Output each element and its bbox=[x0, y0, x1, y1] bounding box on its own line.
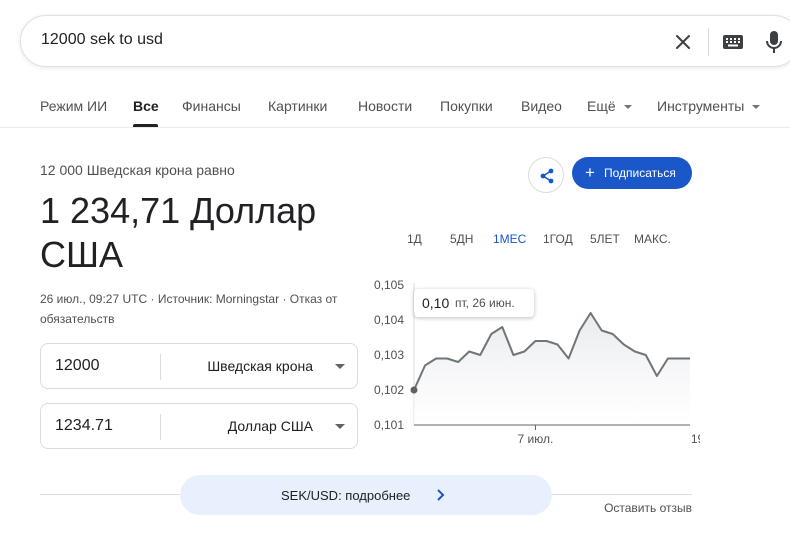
range-1y[interactable]: 1ГОД bbox=[543, 232, 573, 246]
to-currency-select[interactable]: Доллар США bbox=[228, 418, 313, 434]
y-tick-label: 0,103 bbox=[374, 348, 404, 362]
search-tabs: Режим ИИ Все Финансы Картинки Новости По… bbox=[0, 96, 790, 128]
result-meta: 26 июл., 09:27 UTC · Источник: Morningst… bbox=[40, 289, 350, 329]
from-currency-select[interactable]: Шведская крона bbox=[207, 358, 313, 374]
footer-divider bbox=[40, 494, 182, 495]
hover-point bbox=[410, 386, 418, 394]
microphone-icon[interactable] bbox=[762, 29, 786, 55]
close-icon[interactable] bbox=[671, 30, 695, 54]
share-icon bbox=[540, 168, 554, 184]
meta-separator: · bbox=[282, 292, 290, 306]
x-tick-label: 19 июл. bbox=[691, 432, 700, 446]
tabs-divider bbox=[0, 127, 790, 128]
tab-tools[interactable]: Инструменты bbox=[657, 98, 761, 114]
range-5y[interactable]: 5ЛЕТ bbox=[590, 232, 620, 246]
dropdown-arrow-icon[interactable] bbox=[335, 424, 345, 429]
share-button[interactable] bbox=[528, 157, 564, 193]
converter-divider bbox=[160, 354, 161, 380]
to-currency-row: 1234.71 Доллар США bbox=[40, 403, 358, 449]
feedback-link[interactable]: Оставить отзыв bbox=[604, 501, 692, 515]
plus-icon: + bbox=[585, 163, 595, 182]
tab-shopping[interactable]: Покупки bbox=[440, 98, 493, 114]
tooltip-value: 0,10 bbox=[422, 295, 450, 311]
source-text: Источник: Morningstar bbox=[157, 292, 280, 306]
range-1m[interactable]: 1МЕС bbox=[493, 232, 526, 246]
tab-ai-mode[interactable]: Режим ИИ bbox=[40, 98, 107, 114]
series-area bbox=[414, 313, 690, 425]
conversion-result: 1 234,71 Доллар США bbox=[40, 190, 317, 275]
y-tick-label: 0,105 bbox=[374, 278, 404, 292]
keyboard-icon[interactable] bbox=[721, 30, 745, 54]
to-amount-input[interactable]: 1234.71 bbox=[55, 417, 113, 435]
range-5d[interactable]: 5ДН bbox=[450, 232, 473, 246]
tab-more-label: Ещё bbox=[587, 98, 616, 114]
x-tick-label: 7 июл. bbox=[518, 432, 554, 446]
tab-news[interactable]: Новости bbox=[358, 98, 412, 114]
from-currency-row: 12000 Шведская крона bbox=[40, 343, 358, 389]
tab-finance[interactable]: Финансы bbox=[182, 98, 241, 114]
range-max[interactable]: МАКС. bbox=[634, 232, 671, 246]
y-tick-label: 0,101 bbox=[374, 418, 404, 432]
y-tick-label: 0,104 bbox=[374, 313, 404, 327]
meta-separator: · bbox=[150, 292, 158, 306]
tab-videos[interactable]: Видео bbox=[521, 98, 562, 114]
tab-all[interactable]: Все bbox=[133, 98, 159, 114]
conversion-equals-label: 12 000 Шведская крона равно bbox=[40, 162, 235, 178]
tab-more[interactable]: Ещё bbox=[587, 98, 632, 114]
converter-divider bbox=[160, 414, 161, 440]
search-input[interactable]: 12000 sek to usd bbox=[41, 31, 163, 49]
chart-tooltip: 0,10 пт, 26 июн. bbox=[414, 289, 534, 317]
dropdown-arrow-icon[interactable] bbox=[335, 364, 345, 369]
chevron-right-icon bbox=[437, 489, 445, 501]
search-bar[interactable]: 12000 sek to usd bbox=[20, 15, 790, 67]
more-info-label: SEK/USD: подробнее bbox=[281, 488, 411, 503]
search-bar-divider bbox=[708, 28, 709, 56]
y-tick-label: 0,102 bbox=[374, 383, 404, 397]
subscribe-button[interactable]: + Подписаться bbox=[572, 157, 692, 189]
tab-tools-label: Инструменты bbox=[657, 98, 745, 114]
tooltip-date: пт, 26 июн. bbox=[455, 296, 515, 310]
caret-down-icon bbox=[752, 105, 761, 110]
footer-divider bbox=[550, 494, 692, 495]
tab-images[interactable]: Картинки bbox=[268, 98, 327, 114]
subscribe-label: Подписаться bbox=[604, 166, 676, 180]
range-1d[interactable]: 1Д bbox=[407, 232, 422, 246]
more-info-button[interactable]: SEK/USD: подробнее bbox=[180, 475, 552, 515]
caret-down-icon bbox=[623, 105, 632, 110]
timestamp: 26 июл., 09:27 UTC bbox=[40, 292, 148, 306]
from-amount-input[interactable]: 12000 bbox=[55, 357, 100, 375]
